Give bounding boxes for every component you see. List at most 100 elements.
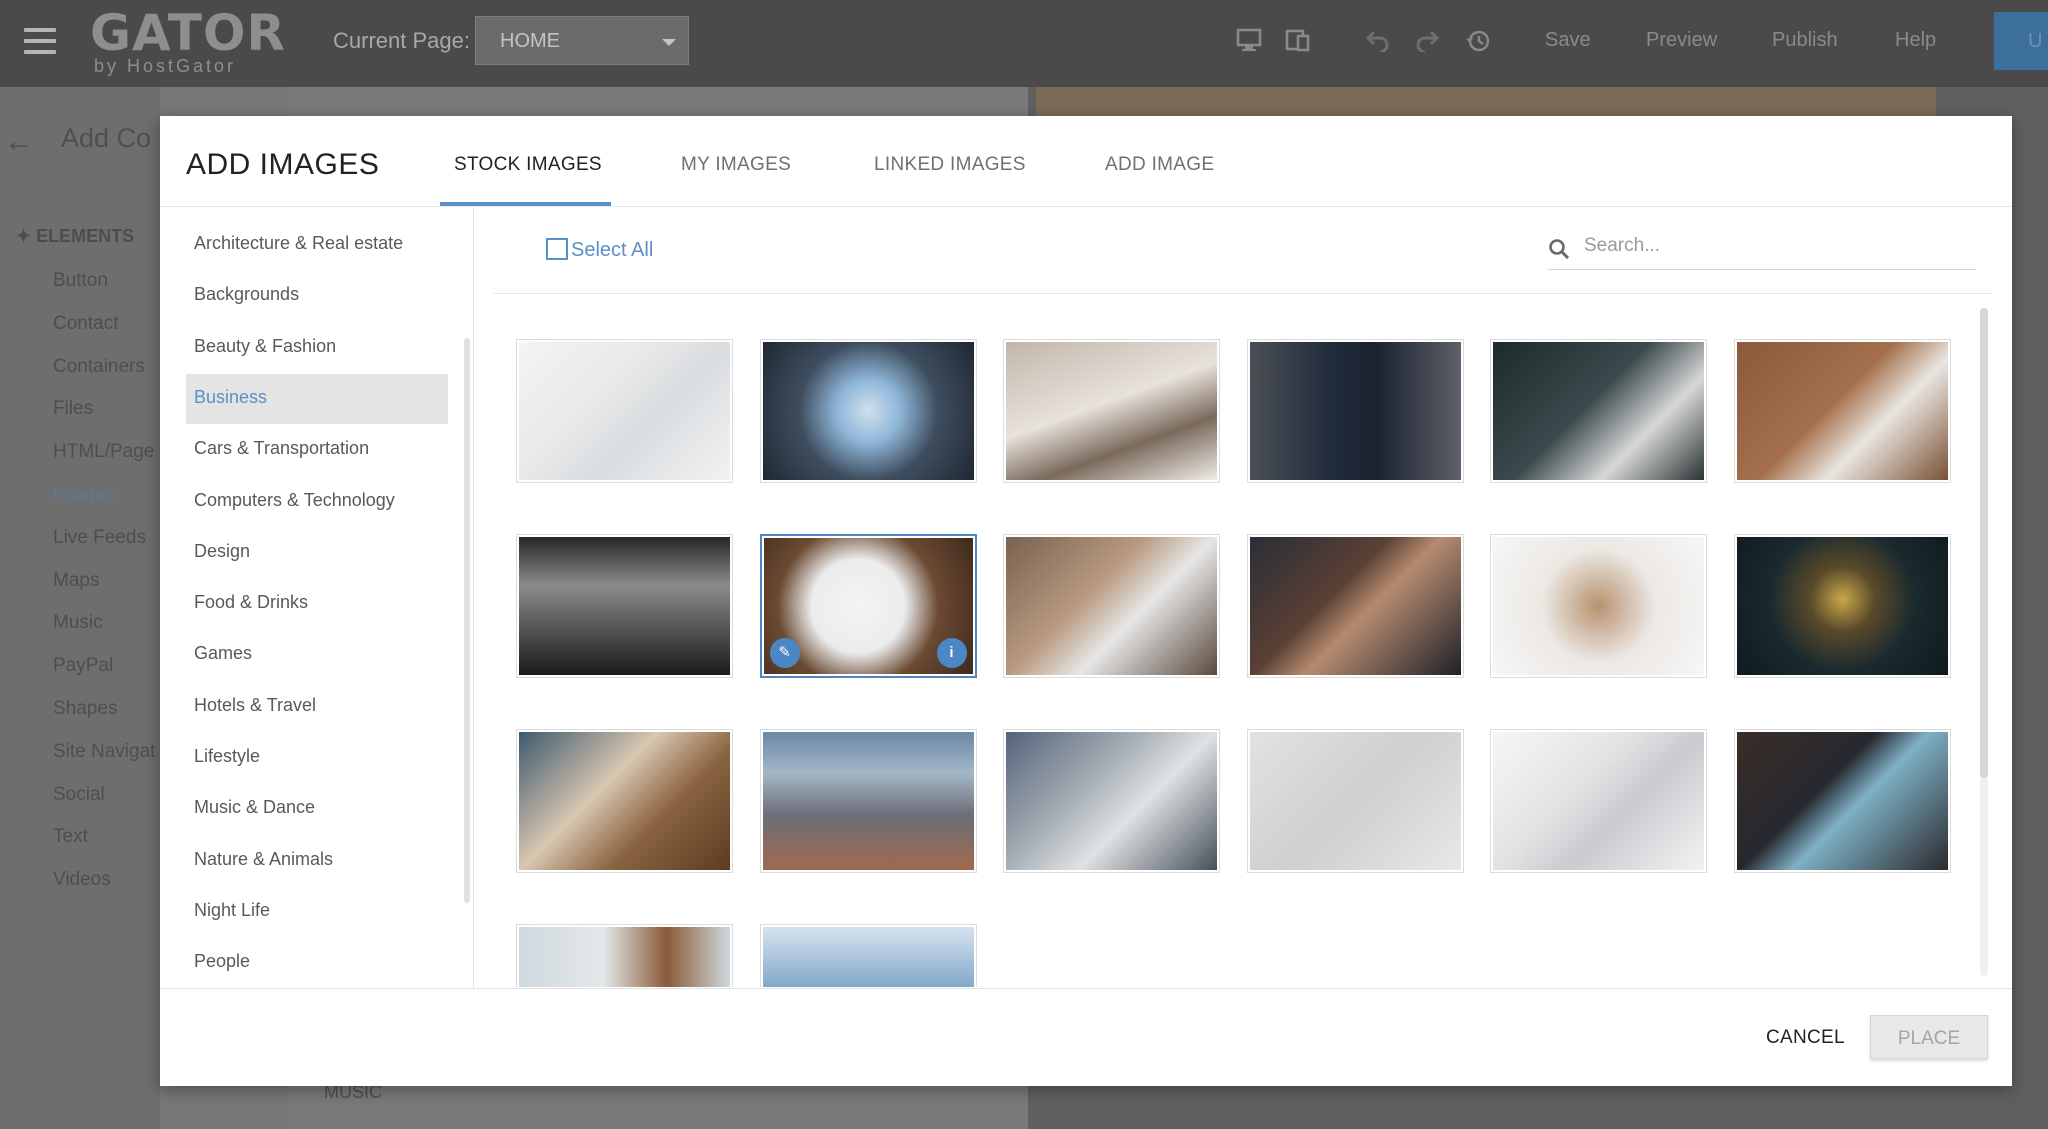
image-thumbnail[interactable] [1733,339,1951,483]
publish-button[interactable]: Publish [1772,29,1838,52]
element-item[interactable]: Text [53,826,88,848]
image-thumbnail[interactable] [1003,729,1220,873]
category-item[interactable]: Cars & Transportation [186,425,448,475]
category-item[interactable]: Hotels & Travel [186,682,448,732]
category-item[interactable]: Beauty & Fashion [186,323,448,373]
save-button[interactable]: Save [1545,29,1591,52]
help-button[interactable]: Help [1895,29,1936,52]
element-item[interactable]: PayPal [53,655,113,677]
stock-image [1493,342,1704,480]
category-item[interactable]: Night Life [186,887,448,937]
image-thumbnail[interactable] [1246,339,1464,483]
element-item[interactable]: Contact [53,313,118,335]
element-item[interactable]: Live Feeds [53,527,146,549]
current-page-label: Current Page: [333,28,470,53]
category-item[interactable]: People [186,938,448,988]
image-thumbnail[interactable] [516,339,733,483]
select-all-checkbox[interactable]: Select All [546,238,653,262]
tab-stock-images[interactable]: STOCK IMAGES [454,154,602,176]
element-item[interactable]: Maps [53,570,99,592]
back-arrow-icon[interactable]: ← [4,125,34,159]
grid-scrollbar[interactable] [1980,308,1988,976]
image-thumbnail[interactable] [1003,534,1220,678]
modal-title: ADD IMAGES [186,148,380,181]
image-thumbnail[interactable] [759,729,977,873]
stock-image [1736,732,1948,870]
stock-image [762,342,974,480]
desktop-view-icon[interactable] [1236,28,1262,54]
select-all-label: Select All [571,239,654,261]
image-thumbnail[interactable] [759,924,977,987]
puzzle-icon: ✦ [16,226,32,246]
stock-image [519,342,730,480]
category-item[interactable]: Design [186,528,448,578]
edit-pencil-icon[interactable]: ✎ [769,638,800,668]
tab-my-images[interactable]: MY IMAGES [681,154,791,176]
image-thumbnail[interactable] [1733,729,1951,873]
element-item[interactable]: Images [53,484,115,506]
category-item[interactable]: Food & Drinks [186,579,448,629]
cancel-button[interactable]: CANCEL [1766,1027,1845,1049]
category-item[interactable]: Music & Dance [186,784,448,834]
element-item[interactable]: Files [53,398,93,420]
preview-button[interactable]: Preview [1646,29,1717,52]
search-icon [1549,239,1570,260]
redo-icon[interactable] [1414,28,1440,54]
element-item[interactable]: Videos [53,869,111,891]
current-page-select[interactable]: HOME [475,16,689,65]
undo-icon[interactable] [1365,28,1391,54]
stock-image [1249,342,1461,480]
place-button[interactable]: PLACE [1870,1015,1988,1059]
stock-image [1249,732,1461,870]
element-item[interactable]: Site Navigat [53,741,155,763]
image-thumbnail[interactable] [1490,729,1707,873]
image-thumbnail[interactable] [1003,339,1220,483]
upgrade-button[interactable]: U [1994,12,2048,70]
stock-image [1493,537,1704,675]
add-images-modal: ADD IMAGES STOCK IMAGES MY IMAGES LINKED… [160,116,2012,1086]
category-item[interactable]: Business [186,373,448,424]
image-thumbnail[interactable] [1246,729,1464,873]
grid-divider [494,293,1992,294]
history-icon[interactable] [1465,28,1491,54]
image-thumbnail[interactable] [516,534,733,678]
category-item[interactable]: Lifestyle [186,733,448,783]
category-item[interactable]: Computers & Technology [186,477,448,527]
element-item[interactable]: Containers [53,356,145,378]
mobile-view-icon[interactable] [1285,28,1311,54]
element-item[interactable]: Music [53,612,103,634]
category-item[interactable]: Nature & Animals [186,836,448,886]
tab-add-image[interactable]: ADD IMAGE [1105,154,1214,176]
checkbox-icon[interactable] [546,238,568,260]
image-thumbnail[interactable] [1490,534,1707,678]
active-tab-indicator [440,202,611,206]
image-thumbnail[interactable] [1490,339,1707,483]
image-thumbnail[interactable]: ✎ i [759,534,977,678]
element-item[interactable]: Button [53,270,108,292]
category-sidebar: Architecture & Real estate Backgrounds Bea… [160,208,474,988]
image-thumbnail[interactable] [516,924,733,987]
category-scrollbar[interactable] [464,338,470,903]
element-item[interactable]: Shapes [53,698,117,720]
category-item[interactable]: Backgrounds [186,271,448,321]
tab-linked-images[interactable]: LINKED IMAGES [874,154,1026,176]
editor-topbar: GATOR by HostGator Current Page: HOME Sa… [0,0,2048,87]
panel-title: Add Co [61,123,152,153]
info-icon[interactable]: i [936,638,967,668]
modal-footer: CANCEL PLACE [160,988,2012,1086]
image-thumbnail[interactable] [759,339,977,483]
category-item[interactable]: Games [186,630,448,680]
element-item[interactable]: HTML/Page [53,441,154,463]
search-input[interactable] [1582,234,1962,258]
image-thumbnail[interactable] [1246,534,1464,678]
stock-image [1736,342,1948,480]
image-thumbnail[interactable] [1733,534,1951,678]
gator-logo: GATOR by HostGator [90,4,286,76]
hamburger-menu-icon[interactable] [24,28,56,54]
element-item[interactable]: Social [53,784,105,806]
image-grid: ✎ i [516,339,1976,987]
image-thumbnail[interactable] [516,729,733,873]
stock-image [1736,537,1948,675]
search-field [1548,228,1976,270]
category-item[interactable]: Architecture & Real estate [186,220,448,270]
